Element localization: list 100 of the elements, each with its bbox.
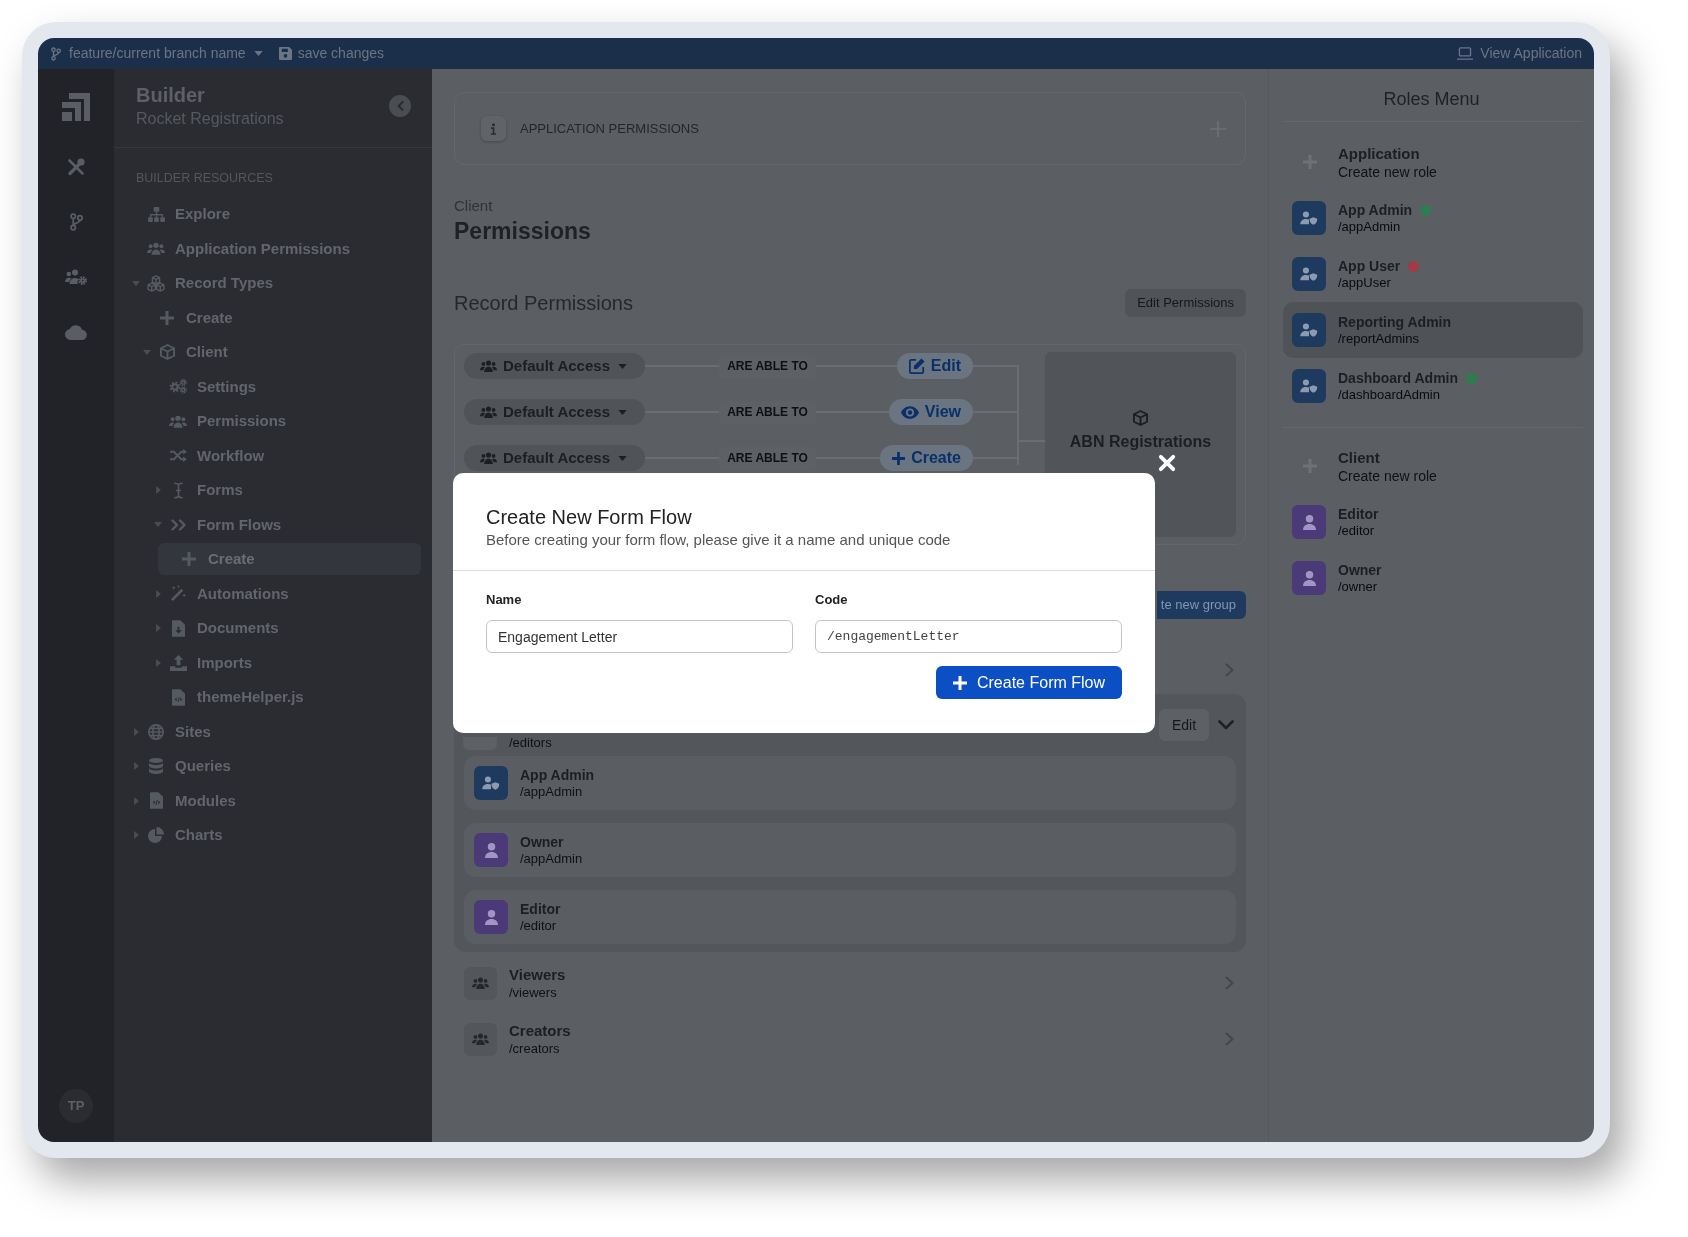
role-item[interactable]: App User /appUser	[1283, 246, 1583, 302]
plus-icon	[953, 675, 967, 690]
caret-down-icon	[253, 51, 263, 56]
sidebar-item[interactable]: Explore	[125, 203, 235, 226]
pie-chart-icon	[148, 827, 164, 844]
new-group-button[interactable]: te new group	[1157, 591, 1246, 619]
cube-icon	[1133, 410, 1148, 426]
plus-icon	[892, 451, 906, 465]
sidebar-item[interactable]: Automations	[147, 582, 293, 605]
cube-icon	[159, 344, 175, 361]
hierarchy-icon	[147, 206, 165, 222]
chevron-right-icon[interactable]	[1225, 663, 1234, 677]
save-button[interactable]: save changes	[278, 43, 385, 64]
caret-right-icon[interactable]	[155, 658, 161, 667]
cloud-icon[interactable]	[65, 324, 87, 340]
sidebar-item[interactable]: Forms	[147, 479, 247, 502]
caret-right-icon[interactable]	[133, 796, 139, 805]
role-code: /appAdmin	[520, 784, 584, 800]
role-name: Editor	[520, 900, 561, 918]
caret-right-icon[interactable]	[155, 624, 161, 633]
caret-down-icon[interactable]	[154, 522, 162, 528]
people-icon	[147, 242, 165, 256]
tools-icon[interactable]	[66, 157, 86, 177]
people-icon	[480, 452, 497, 464]
role-name: App Admin	[520, 766, 595, 784]
collapse-button[interactable]	[389, 95, 411, 117]
caret-right-icon[interactable]	[133, 831, 139, 840]
chevron-down-icon[interactable]	[1218, 720, 1234, 730]
field-label: Name	[486, 591, 523, 609]
role-code: /appAdmin	[520, 851, 583, 867]
people-icon	[169, 414, 187, 428]
upload-icon	[169, 654, 187, 671]
sidebar-item[interactable]: Create	[136, 306, 237, 329]
page-title: Permissions	[454, 217, 592, 246]
caret-right-icon[interactable]	[155, 486, 161, 495]
sidebar-item[interactable]: Charts	[125, 824, 227, 847]
edit-button[interactable]: Edit	[1159, 709, 1209, 741]
chevron-right-icon[interactable]	[1225, 1032, 1234, 1046]
text-cursor-icon	[173, 481, 183, 499]
caret-right-icon[interactable]	[133, 727, 139, 736]
caret-down-icon	[618, 363, 627, 369]
sidebar-item[interactable]: Modules	[125, 789, 240, 812]
people-icon	[464, 966, 497, 1000]
role-item[interactable]: Dashboard Admin /dashboardAdmin	[1283, 358, 1583, 414]
role-name: Owner	[520, 833, 565, 851]
caret-down-icon[interactable]	[143, 349, 151, 355]
role-item[interactable]: App Admin /appAdmin	[1283, 190, 1583, 246]
sidebar-item[interactable]: Application Permissions	[125, 237, 355, 260]
chevron-left-icon	[396, 101, 404, 111]
modal-subtitle: Before creating your form flow, please give it a name and unique code	[486, 530, 952, 550]
user-shield-icon	[474, 766, 508, 800]
gears-icon	[169, 379, 187, 395]
shuffle-icon	[169, 449, 187, 463]
edit-permissions-button[interactable]: Edit Permissions	[1125, 289, 1246, 317]
banner-title: APPLICATION PERMISSIONS	[520, 119, 699, 138]
branch-icon	[51, 46, 61, 61]
sidebar-item[interactable]: Record Types	[125, 272, 278, 295]
field-label: Code	[815, 591, 849, 609]
sidebar-item[interactable]: Imports	[147, 651, 256, 674]
create-role-link[interactable]: Create new role	[1338, 466, 1437, 485]
sidebar-item[interactable]: Queries	[125, 755, 235, 778]
role-item[interactable]: Editor /editor	[1283, 494, 1583, 550]
users-gear-icon[interactable]	[65, 269, 87, 285]
sidebar-item[interactable]: Documents	[147, 617, 283, 640]
info-icon	[481, 116, 506, 141]
role-item[interactable]: Owner /owner	[1283, 550, 1583, 606]
sidebar-item[interactable]: Client	[136, 341, 232, 364]
cubes-icon	[147, 274, 165, 292]
create-role-link[interactable]: Create new role	[1338, 162, 1437, 181]
logo-icon[interactable]	[62, 93, 90, 121]
caret-right-icon[interactable]	[155, 589, 161, 598]
group-row[interactable]: Viewers /viewers	[454, 963, 1246, 1003]
user-icon	[1292, 561, 1326, 595]
caret-down-icon	[618, 455, 627, 461]
user-icon	[1292, 505, 1326, 539]
caret-down-icon[interactable]	[132, 280, 140, 286]
eye-icon	[900, 405, 919, 419]
create-button[interactable]: Create Form Flow	[936, 666, 1122, 699]
people-icon	[480, 360, 497, 372]
modal-title: Create New Form Flow	[486, 505, 693, 530]
close-icon[interactable]	[1158, 454, 1176, 472]
branch-selector[interactable]: feature/current branch name	[51, 43, 263, 64]
sidebar-item[interactable]: Sites	[125, 720, 215, 743]
view-application-link[interactable]: View Application	[1457, 43, 1582, 64]
plus-icon	[160, 310, 174, 325]
caret-right-icon[interactable]	[133, 762, 139, 771]
branch-icon[interactable]	[69, 213, 83, 231]
chevron-right-icon[interactable]	[1225, 976, 1234, 990]
panel-title: Roles Menu	[1382, 88, 1481, 111]
sidebar-item[interactable]: Form Flows	[147, 513, 286, 536]
group-row[interactable]: Creators /creators	[454, 1019, 1246, 1059]
sidebar-item[interactable]: Workflow	[147, 444, 269, 467]
group-code: /editors	[509, 735, 552, 750]
sidebar-item[interactable]: themeHelper.js	[147, 686, 308, 709]
sidebar-item[interactable]: Permissions	[147, 410, 291, 433]
laptop-icon	[1457, 47, 1474, 60]
sidebar-item[interactable]: Settings	[147, 375, 261, 398]
input-field[interactable]: Engagement Letter	[486, 620, 793, 653]
input-field[interactable]: /engagementLetter	[815, 620, 1122, 653]
action-chip: View	[888, 399, 973, 425]
